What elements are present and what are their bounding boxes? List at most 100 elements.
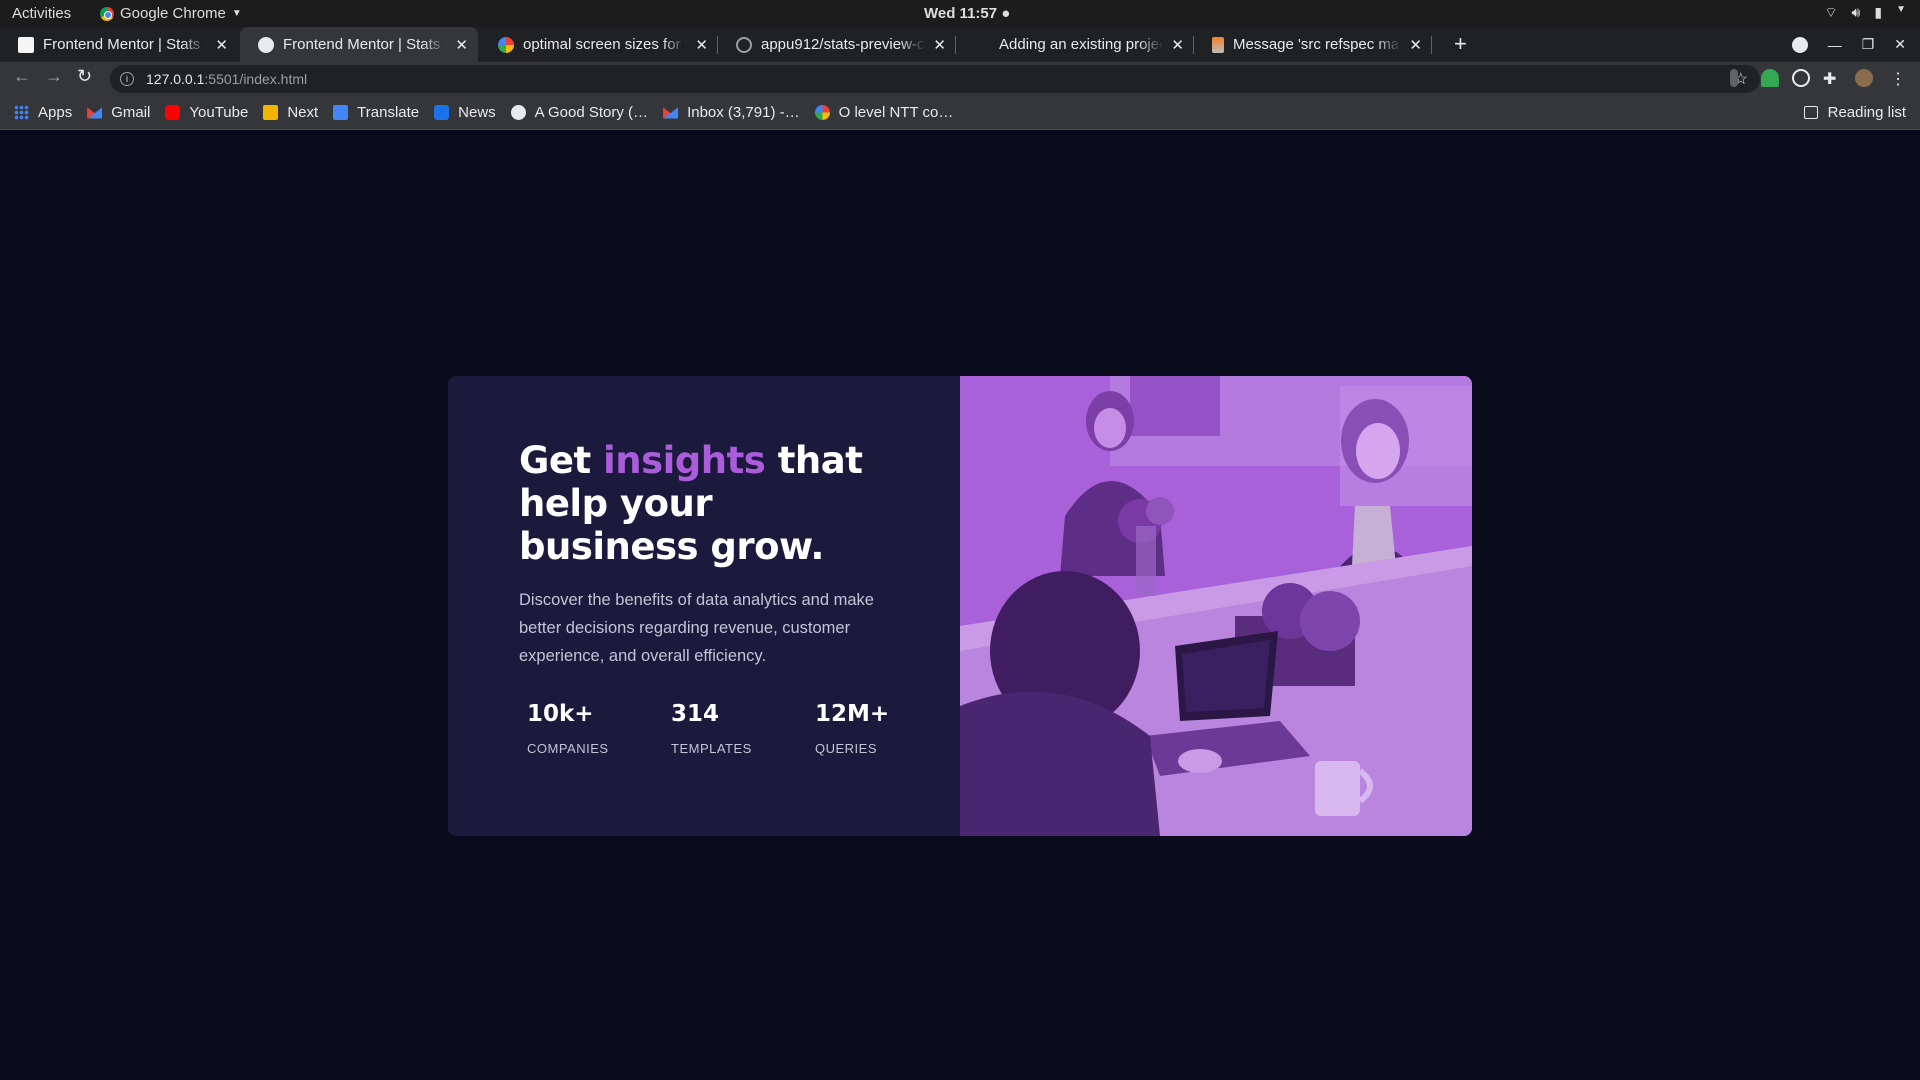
close-icon[interactable]: ✕ — [933, 36, 946, 54]
stat-templates: 314 TEMPLATES — [671, 701, 815, 756]
tab-1[interactable]: Frontend Mentor | Stats p ✕ — [0, 27, 238, 62]
bookmark-good-story[interactable]: A Good Story (… — [510, 104, 649, 121]
puzzle-icon[interactable]: ✚ — [1823, 69, 1841, 88]
apps-icon — [14, 105, 29, 120]
translate-icon — [333, 105, 349, 120]
clock-label: Wed 11:57 — [924, 5, 998, 22]
stackoverflow-icon — [1212, 36, 1224, 53]
tab-title: Adding an existing projec — [999, 36, 1164, 53]
stat-value: 314 — [671, 701, 720, 727]
info-icon[interactable]: i — [120, 72, 134, 86]
bookmark-label: Gmail — [111, 104, 151, 121]
app-menu[interactable]: Google Chrome ▼ — [100, 5, 242, 22]
gmail-icon — [663, 107, 679, 119]
close-icon[interactable]: ✕ — [455, 36, 468, 54]
address-bar[interactable]: i 127.0.0.1:5501/index.html ☆ — [110, 65, 1760, 93]
tab-search-icon[interactable] — [1791, 36, 1808, 53]
app-menu-label: Google Chrome — [120, 5, 226, 22]
tab-strip: Frontend Mentor | Stats p ✕ Frontend Men… — [0, 27, 1920, 62]
extension-icon[interactable] — [1730, 69, 1738, 87]
activities-button[interactable]: Activities — [12, 5, 71, 22]
tab-2[interactable]: Frontend Mentor | Stats p ✕ — [240, 27, 478, 62]
close-window-icon[interactable]: ✕ — [1894, 36, 1906, 53]
reading-list-button[interactable]: Reading list — [1803, 104, 1906, 121]
close-icon[interactable]: ✕ — [1409, 36, 1422, 54]
close-icon[interactable]: ✕ — [1171, 36, 1184, 54]
tab-title: appu912/stats-preview-ca — [761, 36, 926, 53]
stat-value: 12M+ — [815, 701, 890, 727]
bookmark-label: Inbox (3,791) -… — [687, 104, 800, 121]
bookmark-youtube[interactable]: YouTube — [165, 104, 248, 121]
stat-value: 10k+ — [527, 701, 594, 727]
os-top-bar: Activities Google Chrome ▼ Wed 11:57 ● ⌔… — [0, 0, 1920, 27]
page-viewport: Get insights that help your business gro… — [0, 130, 1920, 1080]
window-controls: — ❐ ✕ — [1791, 27, 1920, 62]
react-devtools-icon[interactable] — [1792, 69, 1810, 87]
avatar[interactable] — [1855, 69, 1873, 87]
stats-card: Get insights that help your business gro… — [448, 376, 1472, 836]
bookmark-next[interactable]: Next — [263, 104, 318, 121]
clock[interactable]: Wed 11:57 ● — [924, 5, 1010, 22]
google-icon — [498, 36, 514, 53]
description: Discover the benefits of data analytics … — [519, 591, 874, 665]
github-icon — [736, 36, 752, 53]
tab-title: Message 'src refspec mas — [1233, 36, 1402, 53]
globe-icon — [510, 105, 526, 120]
tab-3[interactable]: optimal screen sizes for fr ✕ — [480, 27, 718, 62]
bookmark-o-level[interactable]: O level NTT co… — [814, 104, 954, 121]
chevron-down-icon: ▼ — [1896, 4, 1906, 15]
tab-4[interactable]: appu912/stats-preview-ca ✕ — [718, 27, 956, 62]
close-icon[interactable]: ✕ — [695, 36, 708, 54]
forward-icon[interactable]: → — [45, 66, 63, 87]
restore-icon[interactable]: ❐ — [1862, 36, 1875, 53]
chevron-down-icon: ▼ — [231, 8, 242, 19]
bookmark-news[interactable]: News — [434, 104, 496, 121]
stat-companies: 10k+ COMPANIES — [527, 701, 671, 756]
bookmark-inbox[interactable]: Inbox (3,791) -… — [663, 104, 800, 121]
close-icon[interactable]: ✕ — [215, 36, 228, 54]
browser-toolbar: ← → ↻ i 127.0.0.1:5501/index.html ☆ ✚ ⋮ — [0, 62, 1920, 96]
bookmark-apps[interactable]: Apps — [14, 104, 72, 121]
back-icon[interactable]: ← — [13, 66, 31, 87]
kebab-menu-icon[interactable]: ⋮ — [1890, 69, 1908, 88]
youtube-icon — [165, 105, 181, 120]
tab-title: Frontend Mentor | Stats p — [43, 36, 208, 53]
headline: Get insights that help your business gro… — [519, 439, 899, 568]
bookmark-translate[interactable]: Translate — [333, 104, 419, 121]
tab-title: Frontend Mentor | Stats p — [283, 36, 448, 53]
headline-accent: insights — [603, 439, 766, 482]
stat-label: COMPANIES — [527, 741, 609, 756]
tab-title: optimal screen sizes for fr — [523, 36, 688, 53]
bookmark-label: News — [458, 104, 496, 121]
blank-page-icon — [974, 37, 990, 53]
bookmark-label: YouTube — [189, 104, 249, 121]
stat-queries: 12M+ QUERIES — [815, 701, 959, 756]
office-team-image — [960, 376, 1472, 836]
bookmark-gmail[interactable]: Gmail — [87, 104, 150, 121]
reading-list-icon — [1803, 106, 1818, 119]
new-tab-button[interactable]: + — [1454, 31, 1467, 57]
tab-5[interactable]: Adding an existing projec ✕ — [956, 27, 1194, 62]
google-icon — [814, 105, 830, 120]
news-icon — [434, 105, 450, 120]
bookmark-label: Translate — [357, 104, 420, 121]
bookmark-label: Apps — [38, 104, 73, 121]
card-text-panel: Get insights that help your business gro… — [448, 376, 960, 836]
card-image-panel — [960, 376, 1472, 836]
reading-list-label: Reading list — [1827, 104, 1906, 121]
bookmark-label: A Good Story (… — [534, 104, 649, 121]
gmail-icon — [87, 107, 103, 119]
battery-icon: ▮ — [1874, 4, 1883, 20]
chrome-icon — [100, 6, 114, 21]
stat-label: TEMPLATES — [671, 741, 752, 756]
reload-icon[interactable]: ↻ — [77, 66, 92, 87]
wifi-icon: ⌔ — [1824, 4, 1838, 20]
minimize-icon[interactable]: — — [1828, 37, 1842, 53]
system-tray[interactable]: ⌔ 🔊︎ ▮ ▼ — [1824, 4, 1906, 22]
tab-6[interactable]: Message 'src refspec mas ✕ — [1194, 27, 1432, 62]
stat-label: QUERIES — [815, 741, 878, 756]
headline-start: Get — [519, 439, 604, 482]
globe-icon — [258, 36, 274, 53]
bookmark-label: O level NTT co… — [838, 104, 954, 121]
tree-extension-icon[interactable] — [1761, 69, 1779, 87]
